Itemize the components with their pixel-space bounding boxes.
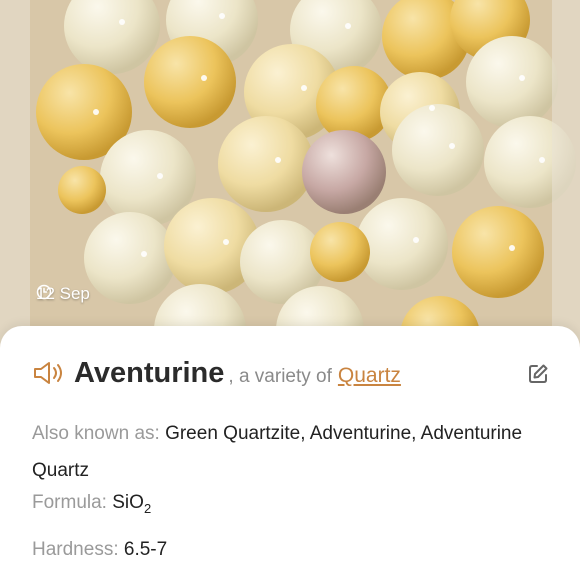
hardness-value: 6.5-7 <box>123 539 168 560</box>
formula-row: Formula: SiO2 <box>32 492 151 516</box>
variety-link[interactable]: Quartz <box>338 364 401 388</box>
formula-value: SiO2 <box>112 492 152 516</box>
aka-label: Also known as: <box>32 423 160 444</box>
title-row: Aventurine , a variety of Quartz <box>32 354 401 390</box>
formula-subscript: 2 <box>143 500 152 516</box>
speaker-icon[interactable] <box>32 359 66 387</box>
photo-timestamp: 12 Sep <box>36 284 90 304</box>
formula-base: SiO <box>112 492 144 513</box>
edit-icon[interactable] <box>526 362 550 386</box>
mineral-info-card: Aventurine , a variety of Quartz Also kn… <box>0 326 580 580</box>
hardness-row: Hardness: 6.5-7 <box>32 539 167 561</box>
variety-prefix: , a variety of <box>228 366 332 387</box>
clock-icon <box>36 284 52 300</box>
formula-label: Formula: <box>32 492 107 513</box>
also-known-as: Also known as: Green Quartzite, Adventur… <box>32 415 552 489</box>
specimen-photo[interactable]: 12 Sep <box>0 0 580 360</box>
hardness-label: Hardness: <box>32 539 119 560</box>
mineral-name: Aventurine <box>74 357 225 389</box>
beads-illustration <box>0 0 580 360</box>
